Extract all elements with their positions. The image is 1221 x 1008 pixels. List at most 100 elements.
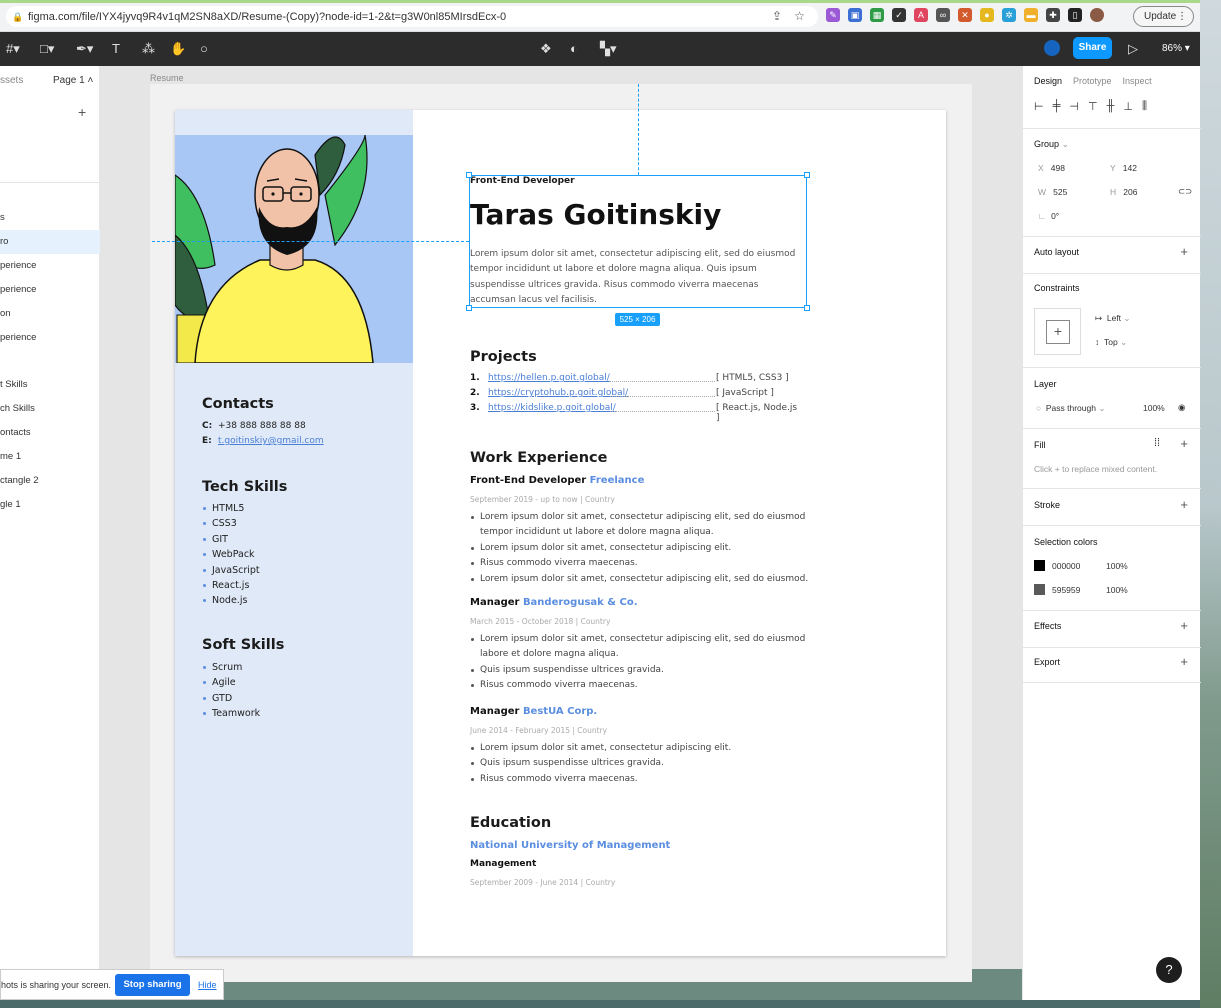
- project-row[interactable]: 2. https://cryptohub.p.goit.global/ [ Ja…: [470, 388, 800, 403]
- distribute-icon[interactable]: ⫼: [1142, 100, 1147, 113]
- skill-item[interactable]: Scrum: [202, 660, 260, 675]
- extension-pen-icon[interactable]: ✎: [826, 8, 840, 22]
- color-hex[interactable]: 595959: [1052, 585, 1080, 595]
- projects-heading[interactable]: Projects: [470, 349, 537, 365]
- job-title[interactable]: Manager Banderogusak & Co.: [470, 597, 638, 608]
- align-bottom-icon[interactable]: ⊥: [1123, 100, 1133, 113]
- bullet-item[interactable]: Risus commodo viverra maecenas.: [470, 556, 810, 571]
- page-selector[interactable]: Page 1 ˄: [53, 75, 93, 86]
- align-right-icon[interactable]: ⊣: [1069, 100, 1079, 113]
- email-link[interactable]: t.goitinskiy@gmail.com: [218, 436, 324, 446]
- layer-item[interactable]: ctangle 2: [0, 469, 100, 493]
- job-title[interactable]: Manager BestUA Corp.: [470, 706, 597, 717]
- tab-inspect[interactable]: Inspect: [1123, 76, 1152, 86]
- extension-green-icon[interactable]: ▦: [870, 8, 884, 22]
- extension-orange-icon[interactable]: ✕: [958, 8, 972, 22]
- eye-icon[interactable]: ◉: [1178, 402, 1185, 413]
- layer-item[interactable]: ch Skills: [0, 397, 100, 421]
- resize-handle[interactable]: [804, 305, 810, 311]
- skill-item[interactable]: GTD: [202, 691, 260, 706]
- resources-icon[interactable]: ⁂: [142, 41, 155, 57]
- w-field[interactable]: W 525: [1038, 187, 1067, 197]
- skill-item[interactable]: Node.js: [202, 593, 260, 608]
- extension-react-icon[interactable]: ✲: [1002, 8, 1016, 22]
- hand-tool-icon[interactable]: ✋: [170, 41, 186, 57]
- skill-item[interactable]: WebPack: [202, 547, 260, 562]
- frame-label[interactable]: Resume: [150, 73, 184, 83]
- address-bar[interactable]: 🔒 figma.com/file/IYX4jyvq9R4v1qM2SN8aXD/…: [6, 6, 818, 27]
- color-opacity[interactable]: 100%: [1106, 561, 1128, 571]
- layer-item[interactable]: t Skills: [0, 373, 100, 397]
- profile-avatar-icon[interactable]: [1090, 8, 1104, 22]
- y-field[interactable]: Y 142: [1110, 163, 1137, 173]
- color-swatch[interactable]: [1034, 584, 1045, 595]
- add-auto-layout-icon[interactable]: +: [1180, 244, 1188, 259]
- layer-item[interactable]: perience: [0, 278, 100, 302]
- bullet-item[interactable]: Lorem ipsum dolor sit amet, consectetur …: [470, 632, 810, 663]
- constraint-center-icon[interactable]: +: [1046, 320, 1070, 344]
- project-link[interactable]: https://hellen.p.goit.global/: [488, 373, 610, 383]
- zoom-level[interactable]: 86% ▾: [1162, 43, 1190, 54]
- bullet-item[interactable]: Lorem ipsum dolor sit amet, consectetur …: [470, 541, 810, 556]
- constraint-horizontal-select[interactable]: ↦ Left ⌄: [1095, 313, 1131, 324]
- selection-box[interactable]: [469, 175, 807, 308]
- add-export-icon[interactable]: +: [1180, 654, 1188, 669]
- bullet-item[interactable]: Risus commodo viverra maecenas.: [470, 678, 810, 693]
- job-meta[interactable]: March 2015 - October 2018 | Country: [470, 617, 610, 626]
- mask-icon[interactable]: ◐: [570, 41, 578, 57]
- bullet-item[interactable]: Quis ipsum suspendisse ultrices gravida.: [470, 756, 810, 771]
- extension-check-icon[interactable]: ✓: [892, 8, 906, 22]
- side-panel-icon[interactable]: ▯: [1068, 8, 1082, 22]
- job-meta[interactable]: September 2019 - up to now | Country: [470, 495, 615, 504]
- extension-blue-icon[interactable]: ▣: [848, 8, 862, 22]
- add-stroke-icon[interactable]: +: [1180, 497, 1188, 512]
- skill-item[interactable]: React.js: [202, 578, 260, 593]
- bookmark-star-icon[interactable]: ☆: [794, 9, 805, 23]
- align-top-icon[interactable]: ⊤: [1088, 100, 1098, 113]
- resize-handle[interactable]: [466, 172, 472, 178]
- color-hex[interactable]: 000000: [1052, 561, 1080, 571]
- help-button[interactable]: ?: [1156, 957, 1182, 983]
- skill-item[interactable]: GIT: [202, 532, 260, 547]
- skill-item[interactable]: HTML5: [202, 501, 260, 516]
- bullet-item[interactable]: Quis ipsum suspendisse ultrices gravida.: [470, 663, 810, 678]
- rotation-field[interactable]: ∟ 0°: [1038, 211, 1059, 221]
- extension-yellow-icon[interactable]: ●: [980, 8, 994, 22]
- align-center-h-icon[interactable]: ╪: [1053, 100, 1061, 113]
- education-school[interactable]: National University of Management: [470, 840, 670, 851]
- align-center-v-icon[interactable]: ╫: [1107, 100, 1115, 113]
- skill-item[interactable]: Teamwork: [202, 706, 260, 721]
- bullet-item[interactable]: Lorem ipsum dolor sit amet, consectetur …: [470, 741, 810, 756]
- bullet-item[interactable]: Risus commodo viverra maecenas.: [470, 772, 810, 787]
- color-opacity[interactable]: 100%: [1106, 585, 1128, 595]
- extension-glasses-icon[interactable]: ∞: [936, 8, 950, 22]
- layer-item[interactable]: ontacts: [0, 421, 100, 445]
- layer-item[interactable]: me 1: [0, 445, 100, 469]
- project-link[interactable]: https://cryptohub.p.goit.global/: [488, 388, 628, 398]
- resize-handle[interactable]: [804, 172, 810, 178]
- h-field[interactable]: H 206: [1110, 187, 1137, 197]
- blend-mode-select[interactable]: ○ Pass through ⌄: [1036, 403, 1105, 414]
- project-row[interactable]: 3. https://kidslike.p.goit.global/ [ Rea…: [470, 403, 800, 423]
- soft-skills-heading[interactable]: Soft Skills: [202, 637, 284, 653]
- bullet-item[interactable]: Lorem ipsum dolor sit amet, consectetur …: [470, 572, 810, 587]
- layer-item[interactable]: s: [0, 206, 100, 230]
- job-title[interactable]: Front-End Developer Freelance: [470, 475, 644, 486]
- style-grid-icon[interactable]: ⁞⁞: [1154, 437, 1160, 449]
- pen-tool-icon[interactable]: ✒▾: [76, 41, 93, 57]
- share-button[interactable]: Share: [1073, 37, 1112, 59]
- project-row[interactable]: 1. https://hellen.p.goit.global/ [ HTML5…: [470, 373, 800, 388]
- boolean-icon[interactable]: ▚▾: [600, 41, 617, 57]
- skill-item[interactable]: Agile: [202, 675, 260, 690]
- frame-tool-icon[interactable]: #▾: [6, 41, 20, 57]
- project-link[interactable]: https://kidslike.p.goit.global/: [488, 403, 616, 413]
- shape-tool-icon[interactable]: □▾: [40, 41, 54, 57]
- extensions-puzzle-icon[interactable]: ✚: [1046, 8, 1060, 22]
- layer-item[interactable]: perience: [0, 254, 100, 278]
- comment-tool-icon[interactable]: ○: [200, 41, 208, 57]
- education-heading[interactable]: Education: [470, 815, 551, 831]
- stop-sharing-button[interactable]: Stop sharing: [115, 974, 190, 996]
- work-heading[interactable]: Work Experience: [470, 450, 607, 466]
- tech-skills-heading[interactable]: Tech Skills: [202, 479, 287, 495]
- x-field[interactable]: X 498: [1038, 163, 1065, 173]
